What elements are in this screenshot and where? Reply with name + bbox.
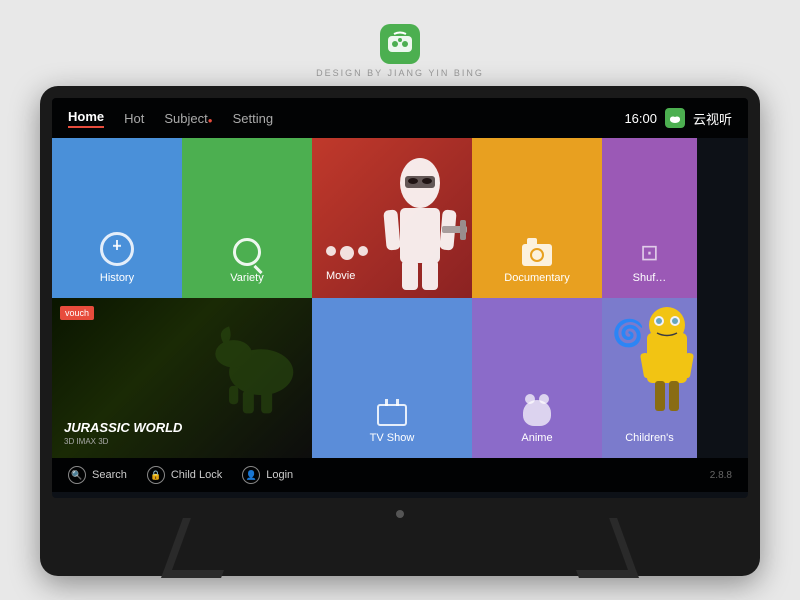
childlock-action[interactable]: 🔒 Child Lock [147,466,222,484]
jurassic-title: JURASSIC WORLD [64,420,182,435]
nav-right: 16:00 云视听 [624,108,732,128]
tv-frame: Home Hot Subject● Setting 16:00 云视听 [40,86,760,576]
tile-variety[interactable]: Variety [182,138,312,298]
nav-hot[interactable]: Hot [124,111,144,126]
nav-home[interactable]: Home [68,109,104,128]
variety-magnify-icon [233,238,261,266]
version-label: 2.8.8 [710,470,732,481]
tile-movie[interactable]: Movie [312,138,472,298]
jurassic-text-area: JURASSIC WORLD 3D IMAX 3D [64,420,182,446]
brand-header: DESIGN BY JIANG YIN BING [316,24,484,78]
tv-stand-right [557,518,639,578]
tile-shuffle[interactable]: ⊡ Shuf… [602,138,697,298]
jurassic-sublabel: 3D IMAX 3D [64,437,182,446]
cloud-service-icon [665,108,685,128]
childlock-icon: 🔒 [147,466,165,484]
bottom-actions: 🔍 Search 🔒 Child Lock 👤 Login [68,466,293,484]
login-action[interactable]: 👤 Login [242,466,293,484]
content-grid: History Variety [52,138,748,458]
bottom-bar: 🔍 Search 🔒 Child Lock 👤 Login 2.8.8 [52,458,748,492]
movie-label-area: Movie [326,246,368,284]
childlock-label: Child Lock [171,469,222,481]
brand-logo [380,24,420,64]
tile-movie-label: Movie [326,270,355,282]
tv-screen: Home Hot Subject● Setting 16:00 云视听 [52,98,748,498]
film-dot-2 [358,246,368,256]
shuffle-icon: ⊡ [640,240,658,266]
tile-documentary[interactable]: Documentary [472,138,602,298]
vouch-badge: vouch [60,306,94,320]
history-clock-icon [100,232,134,266]
documentary-camera-icon [522,244,552,266]
brand-tagline: DESIGN BY JIANG YIN BING [316,68,484,78]
power-indicator [396,510,404,518]
movie-film-icon [326,246,368,260]
nav-subject[interactable]: Subject● [164,111,212,126]
film-dot-1 [326,246,336,256]
tile-jurassic[interactable]: JURASSIC WORLD 3D IMAX 3D vouch [52,298,312,458]
tvshow-tv-icon [377,404,407,426]
search-action[interactable]: 🔍 Search [68,466,127,484]
search-icon: 🔍 [68,466,86,484]
tv-stand-left [161,518,243,578]
subject-dot: ● [208,116,213,125]
tile-anime[interactable]: Anime [472,298,602,458]
tile-children-label: Children's [625,432,674,444]
film-dot-center [340,246,354,260]
dino-silhouette [202,308,302,418]
tile-history-label: History [100,272,134,284]
tile-tvshow[interactable]: TV Show [312,298,472,458]
tile-documentary-label: Documentary [504,272,569,284]
tile-children[interactable]: 🌀 Children's [602,298,697,458]
tile-shuffle-label: Shuf… [633,272,667,284]
nav-setting[interactable]: Setting [233,111,273,126]
tile-history[interactable]: History [52,138,182,298]
tile-variety-label: Variety [230,272,263,284]
nav-left: Home Hot Subject● Setting [68,109,273,128]
search-label: Search [92,469,127,481]
tile-tvshow-label: TV Show [370,432,415,444]
cloud-service-label: 云视听 [693,109,732,128]
tile-anime-label: Anime [521,432,552,444]
tv-bottom [52,498,748,578]
anime-bear-icon [523,400,551,426]
navigation-bar: Home Hot Subject● Setting 16:00 云视听 [52,98,748,138]
tile-grid: History Variety [52,138,748,458]
login-icon: 👤 [242,466,260,484]
children-spiral-icon: 🌀 [612,318,644,349]
stormtrooper-figure [368,138,472,298]
nav-time: 16:00 [624,111,657,126]
login-label: Login [266,469,293,481]
